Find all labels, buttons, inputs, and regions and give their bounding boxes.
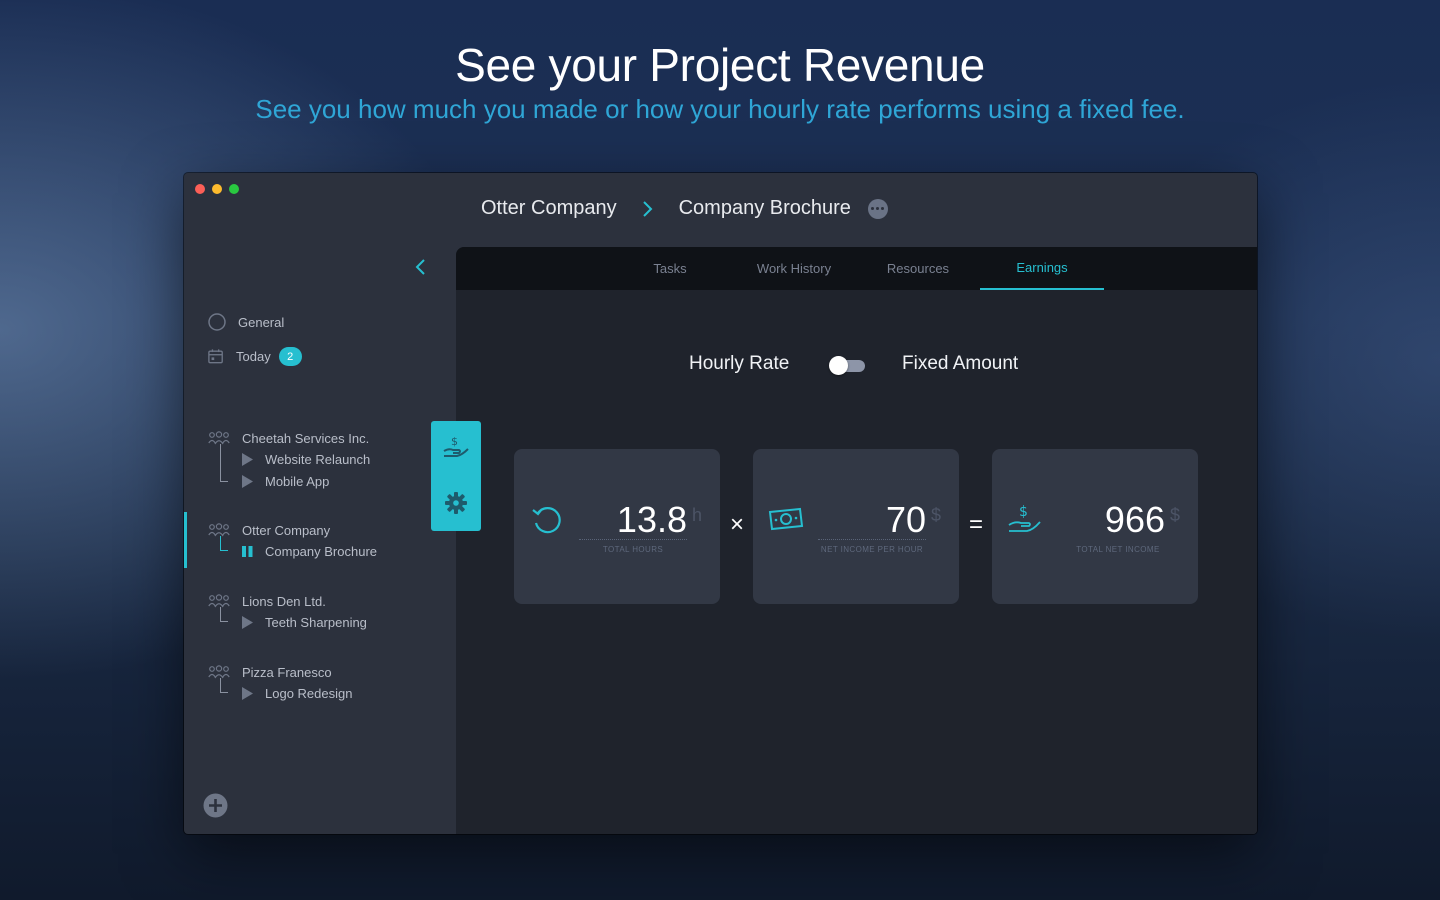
client-item[interactable]: Otter Company [208, 520, 377, 540]
project-name: Mobile App [265, 473, 330, 489]
total-income-caption: TOTAL NET INCOME [1076, 545, 1160, 554]
project-name: Teeth Sharpening [265, 614, 367, 630]
client-name: Pizza Franesco [242, 664, 332, 680]
hourly-rate-value[interactable]: 70 [886, 499, 926, 541]
client-name: Lions Den Ltd. [242, 593, 326, 609]
value-underline [818, 539, 926, 540]
rate-mode-toggle-row: Hourly Rate Fixed Amount [456, 353, 1257, 379]
client-name: Otter Company [242, 522, 331, 538]
more-dots-icon [881, 207, 885, 210]
client-item[interactable]: Lions Den Ltd. [208, 591, 367, 611]
app-window: Otter Company Company Brochure General T… [184, 173, 1257, 834]
hand-dollar-icon: $ [1008, 504, 1041, 532]
tree-connector [220, 536, 228, 551]
tab-earnings[interactable]: Earnings [980, 247, 1104, 290]
hourly-rate-card: 70 $ NET INCOME PER HOUR [753, 449, 959, 604]
rate-currency-unit: $ [930, 505, 941, 525]
svg-text:$: $ [451, 435, 458, 448]
breadcrumb-client[interactable]: Otter Company [481, 197, 617, 220]
total-income-value: 966 [1104, 499, 1165, 540]
value-underline [579, 539, 687, 540]
project-actions-panel: $ [431, 421, 481, 531]
total-hours-card: 13.8 h TOTAL HOURS [514, 449, 720, 604]
calendar-icon [208, 349, 223, 364]
total-hours-value[interactable]: 13.8 [617, 499, 687, 541]
project-item[interactable]: Mobile App [242, 470, 370, 492]
window-controls [195, 184, 239, 194]
chevron-right-icon [642, 200, 653, 217]
hours-unit: h [691, 505, 702, 525]
people-icon [208, 523, 230, 537]
hand-dollar-icon[interactable]: $ [443, 434, 469, 460]
people-icon [208, 594, 230, 608]
project-item[interactable]: Logo Redesign [242, 682, 352, 704]
project-item-active[interactable]: Company Brochure [242, 540, 377, 562]
circle-icon [208, 313, 226, 331]
play-icon [242, 452, 253, 466]
tab-tasks[interactable]: Tasks [608, 247, 732, 290]
tab-resources[interactable]: Resources [856, 247, 980, 290]
project-item[interactable]: Teeth Sharpening [242, 611, 367, 633]
main-panel: Tasks Work History Resources Earnings Ho… [456, 247, 1257, 834]
total-currency-unit: $ [1169, 505, 1180, 525]
hero-title: See your Project Revenue [455, 39, 985, 91]
more-dots-icon [871, 207, 875, 210]
people-icon [208, 431, 230, 445]
client-group: Pizza Franesco Logo Redesign [208, 662, 352, 704]
client-item[interactable]: Cheetah Services Inc. [208, 428, 370, 448]
people-icon [208, 665, 230, 679]
multiply-symbol: × [729, 511, 744, 538]
more-options-button[interactable] [867, 198, 888, 219]
rate-mode-switch[interactable] [829, 355, 865, 375]
project-name: Website Relaunch [265, 451, 371, 467]
today-count-badge: 2 [278, 347, 302, 366]
sidebar-item-label: Today [236, 349, 271, 364]
equals-symbol: = [968, 511, 983, 538]
play-icon [242, 474, 253, 488]
tree-connector [220, 607, 228, 622]
client-group: Cheetah Services Inc. Website Relaunch M… [208, 428, 370, 492]
tree-connector [220, 678, 228, 693]
hourly-rate-caption: NET INCOME PER HOUR [820, 545, 924, 554]
sidebar-item-general[interactable]: General [208, 313, 284, 331]
switch-knob [829, 356, 848, 375]
minimize-window-button[interactable] [212, 184, 222, 194]
project-name: Logo Redesign [265, 685, 353, 701]
hero-subtitle: See you how much you made or how your ho… [255, 94, 1185, 124]
project-item[interactable]: Website Relaunch [242, 448, 370, 470]
total-income-card: $ 966 $ TOTAL NET INCOME [992, 449, 1198, 604]
client-item[interactable]: Pizza Franesco [208, 662, 352, 682]
active-project-indicator [184, 512, 187, 568]
play-icon [242, 615, 253, 629]
plus-circle-icon[interactable] [203, 793, 228, 818]
close-window-button[interactable] [195, 184, 205, 194]
breadcrumb: Otter Company Company Brochure [481, 197, 888, 220]
play-icon [242, 686, 253, 700]
svg-text:$: $ [1019, 504, 1028, 520]
project-name: Company Brochure [265, 543, 377, 559]
history-icon [532, 507, 561, 534]
zoom-window-button[interactable] [229, 184, 239, 194]
sidebar-item-today[interactable]: Today 2 [208, 347, 302, 366]
pause-icon [242, 545, 253, 557]
tab-bar: Tasks Work History Resources Earnings [456, 247, 1257, 290]
breadcrumb-project[interactable]: Company Brochure [679, 197, 851, 220]
tab-work-history[interactable]: Work History [732, 247, 856, 290]
hourly-rate-label[interactable]: Hourly Rate [689, 353, 789, 375]
more-dots-icon [876, 207, 880, 210]
total-hours-caption: TOTAL HOURS [602, 545, 664, 554]
banknote-icon [768, 507, 804, 531]
sidebar-item-label: General [238, 314, 285, 330]
client-name: Cheetah Services Inc. [242, 430, 370, 446]
tree-connector [220, 444, 228, 482]
gear-icon[interactable] [445, 492, 467, 514]
client-group: Lions Den Ltd. Teeth Sharpening [208, 591, 367, 633]
client-group: Otter Company Company Brochure [208, 520, 377, 562]
fixed-amount-label[interactable]: Fixed Amount [902, 353, 1018, 375]
chevron-left-icon[interactable] [413, 256, 427, 278]
